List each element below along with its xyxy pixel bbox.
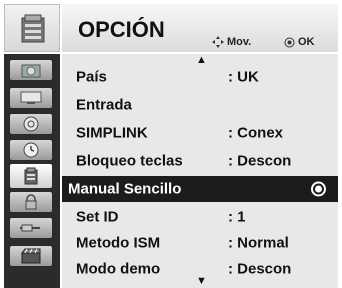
- menu-item-label: Bloqueo teclas: [76, 152, 183, 170]
- category-sidebar: [4, 54, 60, 288]
- move-hint: Mov.: [212, 36, 251, 48]
- sidebar-item-monitor[interactable]: [10, 88, 52, 108]
- menu-item-value: : Normal: [228, 234, 289, 252]
- menu-item-value: : UK: [228, 68, 259, 86]
- ok-hint: OK: [284, 36, 315, 48]
- connector-icon: [20, 224, 40, 232]
- movie-icon: [21, 248, 41, 264]
- menu-item-manual-sencillo[interactable]: Manual Sencillo: [62, 176, 338, 202]
- move-hint-label: Mov.: [227, 36, 252, 48]
- sidebar-item-option[interactable]: [10, 164, 52, 188]
- disc-icon: [23, 116, 39, 132]
- option-menu-list: ▲ País : UK Entrada SIMPLINK : Conex Blo…: [62, 54, 338, 288]
- sidebar-item-lock[interactable]: [10, 192, 52, 212]
- tv-menu-window: OPCIÓN Mov. OK ▲ País: UK Entrada SIMPL…: [0, 0, 342, 288]
- monitor-icon: [20, 91, 42, 104]
- menu-item-value: : Conex: [228, 124, 284, 142]
- selected-radio-icon: [311, 181, 326, 197]
- page-title: OPCIÓN: [78, 17, 165, 42]
- picture-icon: [21, 64, 41, 78]
- lock-icon: [25, 194, 37, 210]
- menu-item-label: País: [76, 68, 107, 86]
- menu-item-simplink[interactable]: SIMPLINK : Conex: [62, 120, 338, 146]
- sidebar-item-input[interactable]: [10, 218, 52, 238]
- sidebar-item-audio[interactable]: [10, 114, 52, 134]
- menu-item-bloqueo-teclas[interactable]: Bloqueo teclas : Descon: [62, 148, 338, 174]
- menu-item-value: : 1: [228, 208, 246, 226]
- menu-item-label: Modo demo: [76, 260, 161, 278]
- menu-item-label: Set ID: [76, 208, 119, 226]
- menu-item-value: : Descon: [228, 260, 292, 278]
- menu-item-label: Metodo ISM: [76, 234, 161, 252]
- sidebar-item-movie[interactable]: [10, 246, 52, 266]
- ok-button-icon: [284, 37, 295, 47]
- dpad-icon: [212, 36, 224, 48]
- sidebar-item-time[interactable]: [10, 140, 52, 160]
- clock-icon: [23, 142, 39, 158]
- menu-item-entrada[interactable]: Entrada: [62, 92, 338, 118]
- menu-item-metodo-ism[interactable]: Metodo ISM : Normal: [62, 230, 338, 256]
- option-icon: [21, 14, 45, 43]
- menu-item-value: : Descon: [228, 152, 292, 170]
- menu-item-label: SIMPLINK: [76, 124, 148, 142]
- menu-item-label: Entrada: [76, 96, 132, 114]
- sidebar-item-picture[interactable]: [10, 60, 52, 80]
- option-icon: [24, 167, 38, 185]
- menu-item-label: Manual Sencillo: [68, 180, 182, 198]
- option-header-icon: [4, 4, 60, 52]
- menu-item-pais[interactable]: País : UK: [62, 64, 338, 90]
- menu-item-set-id[interactable]: Set ID : 1: [62, 204, 338, 230]
- ok-hint-label: OK: [298, 36, 315, 48]
- scroll-down-icon[interactable]: ▼: [196, 275, 207, 287]
